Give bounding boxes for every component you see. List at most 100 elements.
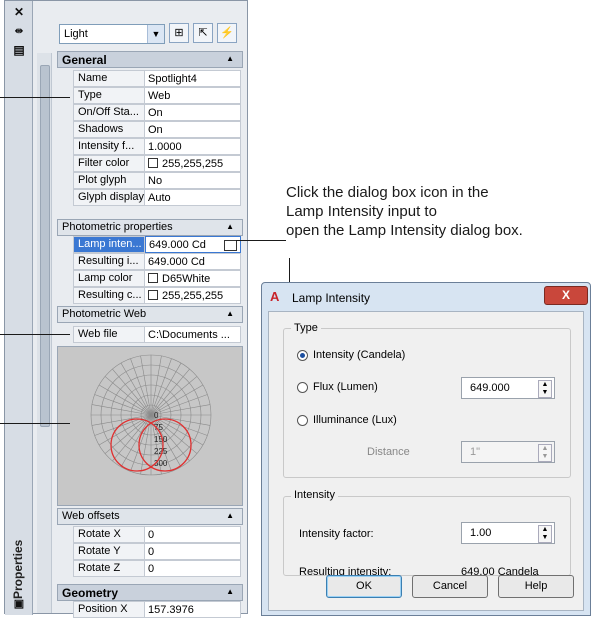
radio-intensity-candela[interactable]	[297, 350, 308, 361]
object-type-dropdown[interactable]: Light ▼	[59, 24, 165, 44]
property-value[interactable]: 1.0000	[145, 138, 241, 155]
type-group-label: Type	[291, 322, 321, 334]
property-label: Web file	[73, 326, 145, 343]
property-label: Shadows	[73, 121, 145, 138]
property-value[interactable]: 649.000 Cd	[145, 253, 241, 270]
spinner-icon: ▲ ▼	[538, 444, 552, 462]
property-value[interactable]: 255,255,255	[145, 287, 241, 304]
property-row[interactable]: Rotate X0	[73, 526, 241, 543]
property-value[interactable]: Spotlight4	[145, 70, 241, 87]
property-label: Plot glyph	[73, 172, 145, 189]
property-row[interactable]: Type Web	[73, 87, 241, 104]
collapse-icon[interactable]: ▲	[226, 309, 234, 318]
auto-hide-icon[interactable]: ⇹	[11, 25, 27, 39]
intensity-factor-label: Intensity factor:	[299, 528, 374, 540]
property-row[interactable]: Shadows On	[73, 121, 241, 138]
property-label: Filter color	[73, 155, 145, 172]
palette-menu-icon[interactable]: ▤	[11, 43, 27, 57]
dialog-box-icon[interactable]	[224, 240, 237, 251]
callout-line-web-preview	[0, 423, 70, 424]
select-objects-icon[interactable]: ⇱	[193, 23, 213, 43]
property-value[interactable]: Auto	[145, 189, 241, 206]
callout-line-type	[0, 97, 70, 98]
property-value[interactable]: No	[145, 172, 241, 189]
property-row[interactable]: Lamp inten... 649.000 Cd	[73, 236, 241, 253]
distance-label: Distance	[367, 446, 410, 458]
property-value[interactable]: 0	[145, 560, 241, 577]
property-row[interactable]: Plot glyph No	[73, 172, 241, 189]
intensity-factor-input[interactable]: 1.00 ▲ ▼	[461, 522, 555, 544]
help-button[interactable]: Help	[498, 575, 574, 598]
intensity-group-label: Intensity	[291, 489, 338, 501]
property-value[interactable]: D65White	[145, 270, 241, 287]
radio-intensity-label: Intensity (Candela)	[313, 349, 406, 361]
property-row[interactable]: Rotate Z0	[73, 560, 241, 577]
property-label: Lamp color	[73, 270, 145, 287]
property-value[interactable]: C:\Documents ...	[145, 326, 241, 343]
property-row[interactable]: Resulting i... 649.000 Cd	[73, 253, 241, 270]
ok-button[interactable]: OK	[326, 575, 402, 598]
property-row[interactable]: Position X 157.3976	[73, 601, 241, 618]
scroll-thumb[interactable]	[40, 65, 50, 427]
property-row[interactable]: Resulting c... 255,255,255	[73, 287, 241, 304]
property-value[interactable]: 255,255,255	[145, 155, 241, 172]
property-label: Glyph display	[73, 189, 145, 206]
properties-icon[interactable]: ▣	[11, 597, 27, 611]
properties-palette: ✕ ⇹ ▤ Properties ▣ Light ▼ ⊞ ⇱ ⚡ General…	[4, 0, 248, 618]
property-value[interactable]: Web	[145, 87, 241, 104]
collapse-icon[interactable]: ▲	[226, 54, 234, 63]
property-row[interactable]: Glyph display Auto	[73, 189, 241, 206]
spinner-icon[interactable]: ▲ ▼	[538, 380, 552, 398]
radio-flux-label: Flux (Lumen)	[313, 381, 378, 393]
section-photometric-web[interactable]: Photometric Web ▲	[57, 306, 243, 323]
radio-flux-lumen[interactable]	[297, 382, 308, 393]
property-row[interactable]: Name Spotlight4	[73, 70, 241, 87]
color-swatch	[148, 273, 158, 283]
close-icon[interactable]: ✕	[11, 5, 27, 19]
spinner-icon[interactable]: ▲ ▼	[538, 525, 552, 543]
flux-input[interactable]: 649.000 ▲ ▼	[461, 377, 555, 399]
property-label: Lamp inten...	[73, 236, 145, 253]
section-general[interactable]: General ▲	[57, 51, 243, 68]
property-label: Name	[73, 70, 145, 87]
property-value[interactable]: 649.000 Cd	[145, 236, 241, 253]
property-label: Rotate Z	[73, 560, 145, 577]
property-value[interactable]: 0	[145, 526, 241, 543]
close-button[interactable]: X	[544, 286, 588, 305]
property-value[interactable]: On	[145, 121, 241, 138]
callout-text: Click the dialog box icon in the Lamp In…	[286, 184, 523, 239]
collapse-icon[interactable]: ▲	[226, 587, 234, 596]
property-label: Type	[73, 87, 145, 104]
collapse-icon[interactable]: ▲	[226, 222, 234, 231]
autocad-logo-icon: A	[270, 289, 280, 304]
polar-grid	[90, 354, 212, 476]
toggle-pickadd-icon[interactable]: ⊞	[169, 23, 189, 43]
cancel-button[interactable]: Cancel	[412, 575, 488, 598]
object-type-value: Light	[64, 28, 88, 40]
collapse-icon[interactable]: ▲	[226, 511, 234, 520]
property-value[interactable]: On	[145, 104, 241, 121]
property-row[interactable]: On/Off Sta... On	[73, 104, 241, 121]
property-row[interactable]: Lamp color D65White	[73, 270, 241, 287]
property-row[interactable]: Rotate Y0	[73, 543, 241, 560]
property-value[interactable]: 0	[145, 543, 241, 560]
section-geometry[interactable]: Geometry ▲	[57, 584, 243, 601]
palette-title: Properties	[11, 539, 25, 599]
property-label: Resulting i...	[73, 253, 145, 270]
property-label: Resulting c...	[73, 287, 145, 304]
section-photometric-properties[interactable]: Photometric properties ▲	[57, 219, 243, 236]
chevron-down-icon[interactable]: ▼	[147, 25, 164, 43]
property-label: Position X	[73, 601, 145, 618]
property-label: Intensity f...	[73, 138, 145, 155]
section-web-offsets[interactable]: Web offsets ▲	[57, 508, 243, 525]
polar-label: 0	[154, 411, 159, 420]
color-swatch	[148, 290, 158, 300]
radio-illuminance-lux[interactable]	[297, 415, 308, 426]
property-value[interactable]: 157.3976	[145, 601, 241, 618]
quick-select-icon[interactable]: ⚡	[217, 23, 237, 43]
distance-input: 1" ▲ ▼	[461, 441, 555, 463]
property-row[interactable]: Intensity f... 1.0000	[73, 138, 241, 155]
property-row-web-file[interactable]: Web file C:\Documents ...	[73, 326, 241, 343]
color-swatch	[148, 158, 158, 168]
property-row[interactable]: Filter color 255,255,255	[73, 155, 241, 172]
